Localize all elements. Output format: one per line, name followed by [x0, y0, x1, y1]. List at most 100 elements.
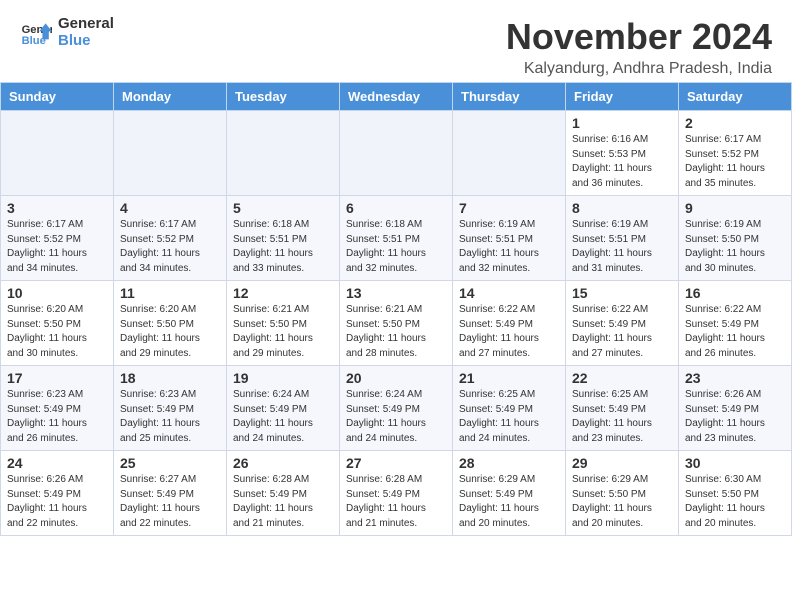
- day-info: Sunrise: 6:26 AM Sunset: 5:49 PM Dayligh…: [685, 388, 785, 446]
- day-info: Sunrise: 6:19 AM Sunset: 5:51 PM Dayligh…: [459, 218, 559, 276]
- day-info: Sunrise: 6:29 AM Sunset: 5:50 PM Dayligh…: [572, 473, 672, 531]
- calendar-cell: 22 Sunrise: 6:25 AM Sunset: 5:49 PM Dayli…: [566, 366, 679, 451]
- day-info: Sunrise: 6:19 AM Sunset: 5:50 PM Dayligh…: [685, 218, 785, 276]
- day-info: Sunrise: 6:25 AM Sunset: 5:49 PM Dayligh…: [459, 388, 559, 446]
- header: General Blue General Blue November 2024 …: [0, 0, 792, 82]
- calendar-cell: 16 Sunrise: 6:22 AM Sunset: 5:49 PM Dayli…: [679, 281, 792, 366]
- day-number: 26: [233, 455, 333, 471]
- calendar-cell: 27 Sunrise: 6:28 AM Sunset: 5:49 PM Dayli…: [340, 451, 453, 536]
- day-number: 25: [120, 455, 220, 471]
- logo-icon: General Blue: [20, 17, 52, 49]
- day-number: 12: [233, 285, 333, 301]
- calendar-cell: 12 Sunrise: 6:21 AM Sunset: 5:50 PM Dayli…: [227, 281, 340, 366]
- day-header-saturday: Saturday: [679, 83, 792, 111]
- calendar-cell: 11Sunrise: 6:20 AM Sunset: 5:50 PM Dayli…: [114, 281, 227, 366]
- day-number: 3: [7, 200, 107, 216]
- calendar-cell: 4 Sunrise: 6:17 AM Sunset: 5:52 PM Daylig…: [114, 196, 227, 281]
- calendar-cell: 8 Sunrise: 6:19 AM Sunset: 5:51 PM Daylig…: [566, 196, 679, 281]
- svg-text:Blue: Blue: [22, 35, 46, 47]
- calendar-cell: 9 Sunrise: 6:19 AM Sunset: 5:50 PM Daylig…: [679, 196, 792, 281]
- calendar-cell: 20Sunrise: 6:24 AM Sunset: 5:49 PM Dayli…: [340, 366, 453, 451]
- month-title: November 2024: [506, 16, 772, 58]
- calendar-cell: 2Sunrise: 6:17 AM Sunset: 5:52 PM Daylig…: [679, 111, 792, 196]
- location: Kalyandurg, Andhra Pradesh, India: [506, 60, 772, 78]
- day-number: 16: [685, 285, 785, 301]
- calendar-cell: 10Sunrise: 6:20 AM Sunset: 5:50 PM Dayli…: [1, 281, 114, 366]
- calendar-cell: 29 Sunrise: 6:29 AM Sunset: 5:50 PM Dayli…: [566, 451, 679, 536]
- logo-blue: Blue: [58, 33, 114, 50]
- calendar-cell: 25 Sunrise: 6:27 AM Sunset: 5:49 PM Dayli…: [114, 451, 227, 536]
- day-info: Sunrise: 6:18 AM Sunset: 5:51 PM Dayligh…: [346, 218, 446, 276]
- day-info: Sunrise: 6:17 AM Sunset: 5:52 PM Dayligh…: [120, 218, 220, 276]
- day-info: Sunrise: 6:17 AM Sunset: 5:52 PM Dayligh…: [7, 218, 107, 276]
- day-number: 27: [346, 455, 446, 471]
- day-number: 13: [346, 285, 446, 301]
- calendar-cell: 3 Sunrise: 6:17 AM Sunset: 5:52 PM Daylig…: [1, 196, 114, 281]
- day-number: 10: [7, 285, 107, 301]
- calendar-cell: [227, 111, 340, 196]
- day-header-tuesday: Tuesday: [227, 83, 340, 111]
- calendar-cell: 6 Sunrise: 6:18 AM Sunset: 5:51 PM Daylig…: [340, 196, 453, 281]
- day-info: Sunrise: 6:18 AM Sunset: 5:51 PM Dayligh…: [233, 218, 333, 276]
- day-number: 1: [572, 115, 672, 131]
- day-info: Sunrise: 6:29 AM Sunset: 5:49 PM Dayligh…: [459, 473, 559, 531]
- day-info: Sunrise: 6:23 AM Sunset: 5:49 PM Dayligh…: [120, 388, 220, 446]
- calendar-cell: [340, 111, 453, 196]
- day-info: Sunrise: 6:30 AM Sunset: 5:50 PM Dayligh…: [685, 473, 785, 531]
- day-number: 17: [7, 370, 107, 386]
- week-row-3: 10Sunrise: 6:20 AM Sunset: 5:50 PM Dayli…: [1, 281, 792, 366]
- day-number: 2: [685, 115, 785, 131]
- calendar-cell: 13 Sunrise: 6:21 AM Sunset: 5:50 PM Dayli…: [340, 281, 453, 366]
- day-info: Sunrise: 6:25 AM Sunset: 5:49 PM Dayligh…: [572, 388, 672, 446]
- day-info: Sunrise: 6:24 AM Sunset: 5:49 PM Dayligh…: [233, 388, 333, 446]
- day-number: 24: [7, 455, 107, 471]
- day-number: 19: [233, 370, 333, 386]
- day-number: 14: [459, 285, 559, 301]
- day-header-wednesday: Wednesday: [340, 83, 453, 111]
- day-number: 21: [459, 370, 559, 386]
- day-number: 28: [459, 455, 559, 471]
- day-number: 4: [120, 200, 220, 216]
- day-number: 6: [346, 200, 446, 216]
- calendar-cell: 24Sunrise: 6:26 AM Sunset: 5:49 PM Dayli…: [1, 451, 114, 536]
- day-header-friday: Friday: [566, 83, 679, 111]
- day-header-sunday: Sunday: [1, 83, 114, 111]
- calendar-cell: 7 Sunrise: 6:19 AM Sunset: 5:51 PM Daylig…: [453, 196, 566, 281]
- day-number: 11: [120, 285, 220, 301]
- day-number: 7: [459, 200, 559, 216]
- day-info: Sunrise: 6:28 AM Sunset: 5:49 PM Dayligh…: [233, 473, 333, 531]
- calendar-cell: 14Sunrise: 6:22 AM Sunset: 5:49 PM Dayli…: [453, 281, 566, 366]
- title-block: November 2024 Kalyandurg, Andhra Pradesh…: [506, 16, 772, 78]
- calendar-cell: [114, 111, 227, 196]
- day-header-monday: Monday: [114, 83, 227, 111]
- calendar-cell: 5Sunrise: 6:18 AM Sunset: 5:51 PM Daylig…: [227, 196, 340, 281]
- week-row-1: 1 Sunrise: 6:16 AM Sunset: 5:53 PM Daylig…: [1, 111, 792, 196]
- day-info: Sunrise: 6:22 AM Sunset: 5:49 PM Dayligh…: [685, 303, 785, 361]
- week-row-2: 3 Sunrise: 6:17 AM Sunset: 5:52 PM Daylig…: [1, 196, 792, 281]
- day-number: 8: [572, 200, 672, 216]
- day-number: 29: [572, 455, 672, 471]
- day-info: Sunrise: 6:24 AM Sunset: 5:49 PM Dayligh…: [346, 388, 446, 446]
- calendar-cell: 21 Sunrise: 6:25 AM Sunset: 5:49 PM Dayli…: [453, 366, 566, 451]
- day-info: Sunrise: 6:19 AM Sunset: 5:51 PM Dayligh…: [572, 218, 672, 276]
- day-info: Sunrise: 6:21 AM Sunset: 5:50 PM Dayligh…: [233, 303, 333, 361]
- calendar-cell: 18 Sunrise: 6:23 AM Sunset: 5:49 PM Dayli…: [114, 366, 227, 451]
- day-number: 22: [572, 370, 672, 386]
- day-info: Sunrise: 6:22 AM Sunset: 5:49 PM Dayligh…: [572, 303, 672, 361]
- day-info: Sunrise: 6:27 AM Sunset: 5:49 PM Dayligh…: [120, 473, 220, 531]
- week-row-4: 17 Sunrise: 6:23 AM Sunset: 5:49 PM Dayli…: [1, 366, 792, 451]
- day-info: Sunrise: 6:16 AM Sunset: 5:53 PM Dayligh…: [572, 133, 672, 191]
- day-number: 18: [120, 370, 220, 386]
- logo-general: General: [58, 16, 114, 33]
- day-info: Sunrise: 6:21 AM Sunset: 5:50 PM Dayligh…: [346, 303, 446, 361]
- logo: General Blue General Blue: [20, 16, 114, 49]
- calendar-cell: [1, 111, 114, 196]
- day-info: Sunrise: 6:28 AM Sunset: 5:49 PM Dayligh…: [346, 473, 446, 531]
- calendar-cell: 17Sunrise: 6:23 AM Sunset: 5:49 PM Dayli…: [1, 366, 114, 451]
- calendar-cell: 15 Sunrise: 6:22 AM Sunset: 5:49 PM Dayli…: [566, 281, 679, 366]
- day-number: 9: [685, 200, 785, 216]
- calendar-cell: 28 Sunrise: 6:29 AM Sunset: 5:49 PM Dayli…: [453, 451, 566, 536]
- calendar: SundayMondayTuesdayWednesdayThursdayFrid…: [0, 82, 792, 536]
- calendar-cell: 30Sunrise: 6:30 AM Sunset: 5:50 PM Dayli…: [679, 451, 792, 536]
- day-number: 15: [572, 285, 672, 301]
